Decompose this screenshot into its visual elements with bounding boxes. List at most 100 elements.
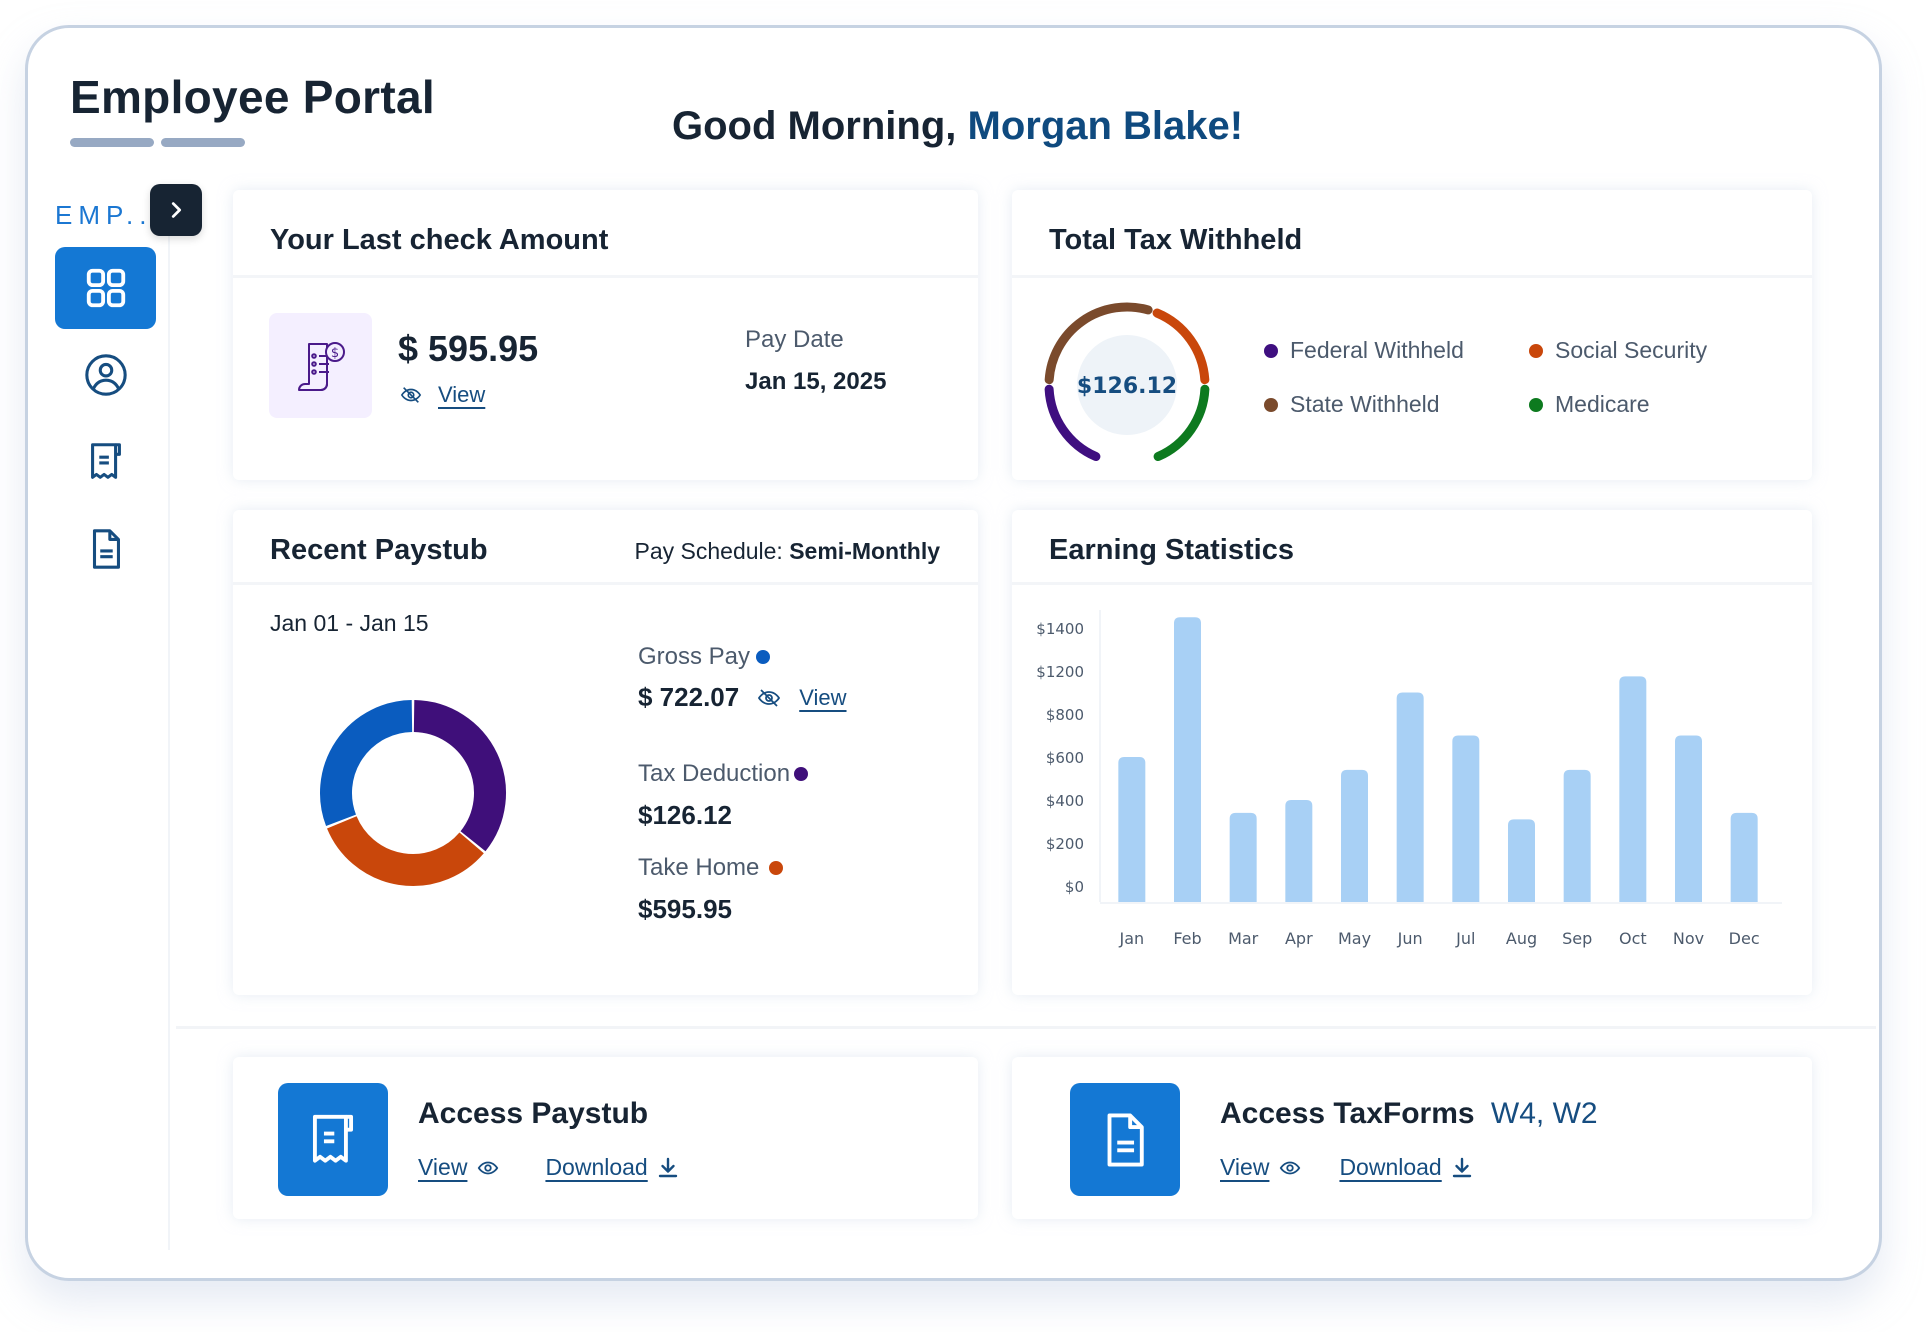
access-paystub-links: View Download [418, 1154, 680, 1181]
last-check-view: View [398, 382, 485, 408]
download-link[interactable]: Download [545, 1154, 647, 1181]
earning-stats-card: Earning Statistics $0 $200 $400 $600 $800 $12… [1012, 510, 1812, 995]
bar-dec [1730, 812, 1758, 902]
gross-pay-label-row: Gross Pay [638, 643, 771, 671]
download-icon [658, 1157, 677, 1177]
legend-dot [1529, 397, 1543, 412]
x-tick-label: Mar [1228, 929, 1259, 948]
invoice-dollar-icon: $ [297, 341, 345, 391]
taxforms-download-button[interactable]: Download [1339, 1154, 1473, 1181]
x-tick-label: May [1338, 929, 1371, 948]
card-header: Your Last check Amount [233, 190, 978, 278]
pay-date-label: Pay Date [745, 326, 844, 353]
gauge-total: $126.12 [1077, 374, 1177, 399]
card-header: Total Tax Withheld [1012, 190, 1812, 278]
sidebar-item-paystub[interactable] [55, 421, 156, 503]
title-underline [161, 138, 245, 147]
y-tick-label: $800 [1046, 706, 1084, 724]
y-tick-label: $200 [1046, 835, 1084, 853]
sidebar-item-dashboard[interactable] [55, 247, 156, 329]
gross-pay-row: $ 722.07 View [638, 682, 847, 713]
bar-oct [1619, 676, 1647, 902]
access-taxforms-card: Access TaxForms W4, W2 View Download [1012, 1057, 1812, 1219]
paystub-tile[interactable] [278, 1083, 388, 1196]
gross-pay-dot [756, 650, 771, 664]
legend-dot [1264, 397, 1278, 412]
card-header: Earning Statistics [1012, 510, 1812, 585]
access-taxforms-title-row: Access TaxForms W4, W2 [1220, 1097, 1598, 1131]
x-tick-label: Nov [1673, 929, 1704, 948]
access-taxforms-links: View Download [1220, 1154, 1474, 1181]
document-icon [1107, 1113, 1144, 1166]
take-home-value: $595.95 [638, 894, 732, 924]
card-title: Recent Paystub [270, 534, 488, 566]
pay-schedule-label: Pay Schedule: [634, 538, 790, 564]
sidebar-divider [168, 190, 170, 1250]
bar-jul [1452, 735, 1480, 902]
section-divider [176, 1026, 1876, 1029]
x-tick-label: Oct [1619, 929, 1647, 948]
access-taxforms-title: Access TaxForms [1220, 1097, 1475, 1130]
access-paystub-title: Access Paystub [418, 1097, 649, 1130]
legend-item: State Withheld [1264, 391, 1440, 418]
download-icon [1452, 1157, 1471, 1177]
paystub-donut-chart [320, 700, 506, 886]
card-header: Recent Paystub Pay Schedule: Semi-Monthl… [233, 510, 978, 585]
eye-off-icon[interactable] [398, 384, 424, 406]
y-tick-label: $400 [1046, 792, 1084, 810]
view-link[interactable]: View [1220, 1154, 1269, 1181]
donut-slice-take-home [327, 815, 484, 886]
gross-view-link[interactable]: View [799, 685, 846, 711]
sidebar-expand-button[interactable] [150, 184, 202, 236]
donut-slice-gross-pay [320, 700, 413, 827]
bar-nov [1675, 735, 1702, 902]
y-tick-label: $600 [1046, 749, 1084, 767]
receipt-icon [90, 443, 121, 479]
bar-apr [1285, 800, 1313, 902]
legend-item: Federal Withheld [1264, 337, 1464, 364]
x-tick-label: Aug [1506, 929, 1537, 948]
bar-jun [1396, 692, 1424, 902]
grid-icon [86, 268, 125, 308]
y-tick-label: $0 [1065, 878, 1084, 896]
x-tick-label: Feb [1173, 929, 1201, 948]
legend-label: Medicare [1555, 391, 1650, 417]
paystub-download-button[interactable]: Download [545, 1154, 679, 1181]
paystub-view-button[interactable]: View [418, 1154, 501, 1181]
sidebar-item-documents[interactable] [55, 508, 156, 590]
recent-paystub-card: Recent Paystub Pay Schedule: Semi-Monthl… [233, 510, 978, 995]
pay-schedule-value: Semi-Monthly [789, 538, 940, 564]
card-title: Your Last check Amount [270, 224, 609, 256]
legend-item: Social Security [1529, 337, 1707, 364]
taxforms-view-button[interactable]: View [1220, 1154, 1303, 1181]
eye-off-icon[interactable] [755, 686, 783, 710]
sidebar-item-profile[interactable] [55, 334, 156, 416]
view-link[interactable]: View [438, 382, 485, 408]
tax-deduction-label-row: Tax Deduction [638, 760, 809, 788]
y-tick-label: $1200 [1036, 663, 1084, 681]
legend-dot [1264, 343, 1278, 358]
take-home-label: Take Home [638, 854, 760, 881]
tax-deduction-dot [794, 767, 809, 781]
y-tick-label: $1400 [1036, 620, 1084, 638]
pay-schedule: Pay Schedule: Semi-Monthly [635, 538, 941, 565]
donut-slice-tax-deduction [413, 700, 506, 852]
gross-pay-value: $ 722.07 [638, 682, 740, 712]
receipt-icon [312, 1114, 354, 1163]
greeting: Good Morning, Morgan Blake! [672, 104, 1243, 149]
earning-bar-chart: $0 $200 $400 $600 $800 $1200 $1400 Jan Feb Mar Apr… [1036, 610, 1782, 948]
bar-jan [1118, 757, 1146, 902]
download-link[interactable]: Download [1339, 1154, 1441, 1181]
document-icon [92, 529, 120, 569]
view-link[interactable]: View [418, 1154, 467, 1181]
x-tick-label: Jan [1118, 929, 1144, 948]
svg-text:$: $ [330, 346, 338, 361]
taxforms-tile[interactable] [1070, 1083, 1180, 1196]
taxforms-list: W4, W2 [1490, 1097, 1598, 1130]
greeting-prefix: Good Morning, [672, 104, 968, 148]
x-tick-label: Jul [1455, 929, 1475, 948]
take-home-label-row: Take Home [638, 854, 784, 882]
tax-withheld-card: Total Tax Withheld $126.12 Federal Withh… [1012, 190, 1812, 480]
take-home-dot [769, 861, 784, 875]
pay-date-value: Jan 15, 2025 [745, 368, 887, 395]
